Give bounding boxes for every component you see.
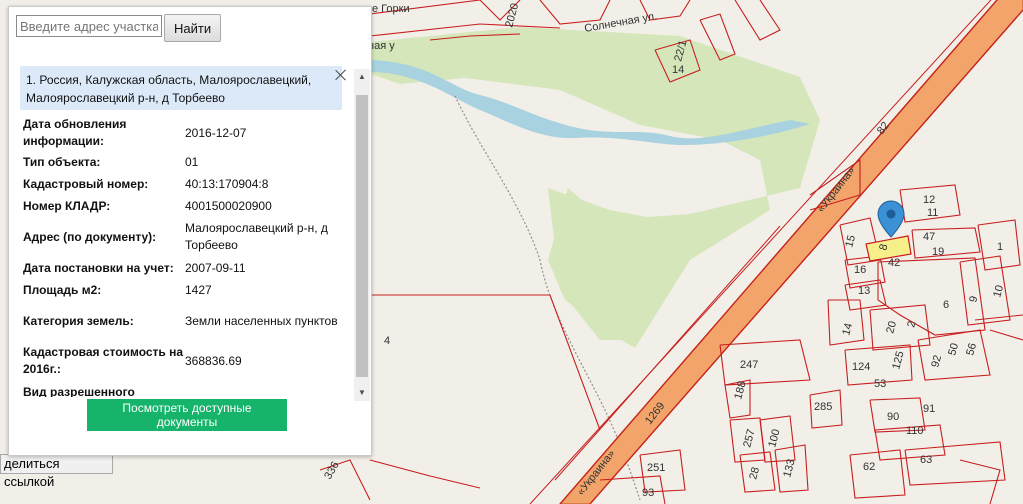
info-value: 2007-09-11 (185, 260, 246, 275)
street-label: е Горки (372, 3, 410, 15)
parcel-label: 42 (888, 257, 900, 269)
parcel-label: 91 (923, 403, 935, 415)
info-label: Кадастровая стоимость на 2016г.: (23, 345, 184, 376)
info-row: Дата постановки на учет: 2007-09-11 (23, 257, 351, 279)
info-row: Кадастровая стоимость на 2016г.: 368836.6… (23, 341, 351, 381)
parcel-label: 4 (384, 335, 390, 347)
parcel-info-panel: 1. Россия, Калужская область, Малояросла… (8, 6, 372, 456)
info-row: Дата обновления информации: 2016-12-07 (23, 115, 351, 151)
parcel-label: 19 (932, 246, 944, 258)
info-row: Адрес (по документу): Малоярославецкий р-… (23, 217, 351, 257)
parcel-label: 14 (672, 64, 684, 76)
view-documents-button[interactable]: Посмотреть доступные документы (87, 399, 287, 431)
parcel-label: 11 (927, 207, 938, 219)
scroll-up-arrow-icon[interactable]: ▲ (354, 69, 370, 85)
parcel-label: 251 (647, 462, 665, 474)
parcel-label: 285 (814, 401, 832, 413)
info-value: 40:13:170904:8 (185, 176, 269, 191)
info-label: Дата обновления информации: (23, 117, 127, 148)
info-label: Категория земель: (23, 313, 134, 328)
info-row: Номер КЛАДР: 4001500020900 (23, 195, 351, 217)
info-scrollbar[interactable]: ▲ ▼ (354, 69, 370, 401)
search-button[interactable]: Найти (164, 14, 222, 42)
scroll-down-arrow-icon[interactable]: ▼ (354, 385, 370, 401)
info-value: 01 (185, 154, 199, 169)
info-label: Вид разрешенного (23, 384, 135, 398)
info-label: Номер КЛАДР: (23, 198, 111, 213)
search-result-title[interactable]: 1. Россия, Калужская область, Малояросла… (20, 66, 342, 110)
info-row: Вид разрешенного (23, 381, 351, 398)
info-label: Адрес (по документу): (23, 229, 157, 244)
info-value: 4001500020900 (185, 198, 272, 213)
info-label: Дата постановки на учет: (23, 260, 174, 275)
street-label: ная у (368, 40, 395, 52)
info-row: Кадастровый номер: 40:13:170904:8 (23, 173, 351, 195)
info-value: Малоярославецкий р-н, д Торбеево (185, 221, 328, 252)
parcel-label: 16 (854, 264, 866, 276)
info-label: Площадь м2: (23, 282, 102, 297)
parcel-label: 124 (852, 361, 870, 373)
search-bar: Найти (16, 14, 222, 42)
info-label: Тип объекта: (23, 154, 101, 169)
scroll-thumb[interactable] (356, 95, 368, 377)
address-search-input[interactable] (16, 15, 162, 37)
parcel-label: 93 (642, 487, 654, 499)
parcel-info-list: Дата обновления информации: 2016-12-07 Ти… (23, 115, 351, 397)
info-label: Кадастровый номер: (23, 176, 149, 191)
parcel-label: 110 (906, 425, 924, 437)
info-row: Тип объекта: 01 (23, 151, 351, 173)
parcel-label: 47 (923, 231, 935, 243)
parcel-label: 62 (863, 461, 875, 473)
parcel-label: 1 (997, 241, 1003, 253)
parcel-label: 247 (740, 359, 758, 371)
info-value: Земли населенных пунктов (185, 313, 338, 328)
parcel-label: 90 (887, 411, 899, 423)
parcel-label: 13 (858, 285, 870, 297)
parcel-label: 12 (923, 194, 935, 206)
info-value: 368836.69 (185, 353, 242, 368)
share-link-button[interactable]: делиться ссылкой (0, 454, 113, 489)
parcel-label: 53 (874, 378, 886, 390)
parcel-label: 6 (943, 299, 949, 311)
close-icon[interactable] (335, 69, 347, 81)
info-row: Площадь м2: 1427 (23, 279, 351, 301)
info-value: 2016-12-07 (185, 125, 247, 140)
info-value: 1427 (185, 282, 212, 297)
parcel-label: 63 (920, 454, 932, 466)
info-row: Категория земель: Земли населенных пункто… (23, 301, 351, 341)
